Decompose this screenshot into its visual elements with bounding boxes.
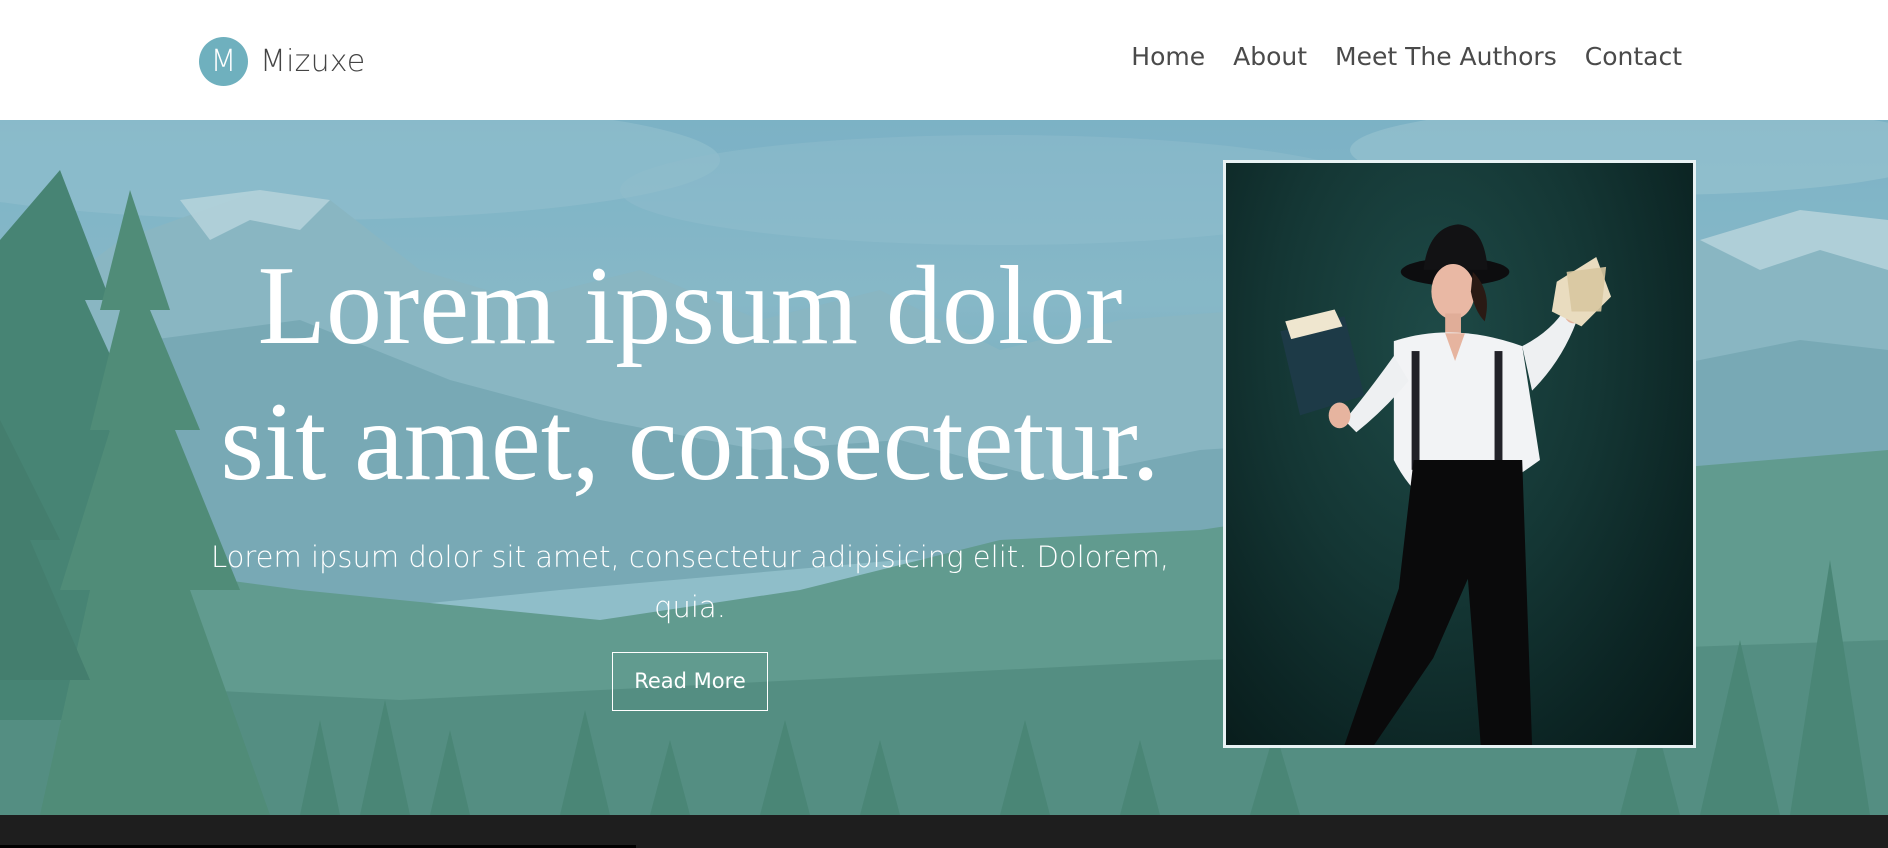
brand-link[interactable]: M Mizuxe: [199, 36, 366, 86]
nav-item-contact[interactable]: Contact: [1585, 42, 1682, 71]
author-photo-illustration: [1280, 224, 1612, 745]
page-bottom-bar: [0, 815, 1888, 848]
hero-subtitle: Lorem ipsum dolor sit amet, consectetur …: [210, 540, 1170, 624]
hero-title-line-2: sit amet, consectetur.: [220, 380, 1160, 504]
hero-title-line-1: Lorem ipsum dolor: [257, 244, 1123, 368]
brand-logo-icon: M: [199, 36, 248, 86]
hero-title: Lorem ipsum dolor sit amet, consectetur.: [195, 238, 1185, 510]
hero-text-block: Lorem ipsum dolor sit amet, consectetur.…: [195, 238, 1185, 711]
nav-item-about[interactable]: About: [1233, 42, 1307, 71]
brand-name: Mizuxe: [260, 43, 366, 79]
main-nav: Home About Meet The Authors Contact: [1131, 42, 1682, 71]
site-header: M Mizuxe Home About Meet The Authors Con…: [0, 0, 1888, 120]
hero-section: Lorem ipsum dolor sit amet, consectetur.…: [0, 120, 1888, 815]
nav-item-meet-the-authors[interactable]: Meet The Authors: [1335, 42, 1557, 71]
nav-item-home[interactable]: Home: [1131, 42, 1205, 71]
read-more-button[interactable]: Read More: [612, 652, 768, 711]
hero-author-photo: [1223, 160, 1696, 748]
